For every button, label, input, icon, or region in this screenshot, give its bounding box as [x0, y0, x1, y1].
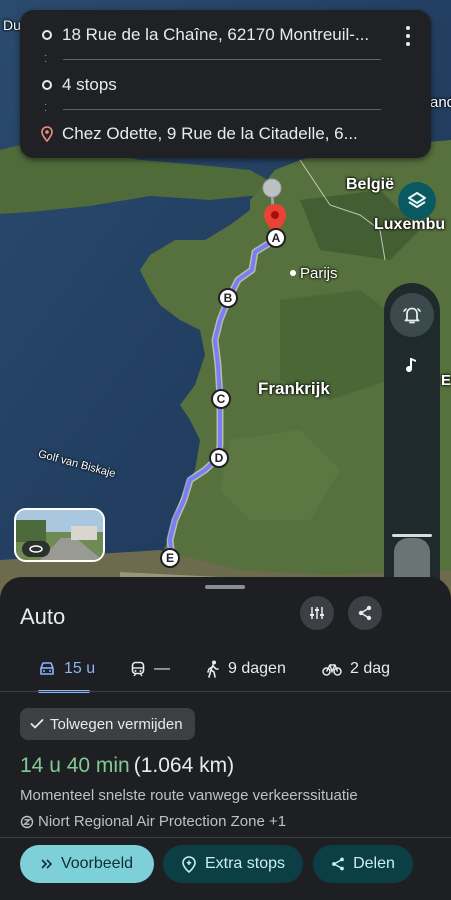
- tune-vertical-icon: [310, 607, 324, 619]
- stops-row[interactable]: 4 stops: [20, 65, 431, 105]
- map-label-belgium: België: [346, 176, 395, 193]
- check-icon: [30, 719, 44, 729]
- layers-icon: [408, 192, 426, 208]
- avoid-tolls-label: Tolwegen vermijden: [50, 715, 183, 733]
- share-button[interactable]: Delen: [313, 845, 413, 883]
- more-options-icon[interactable]: [403, 26, 413, 46]
- marker-e[interactable]: E: [160, 548, 180, 568]
- route-card: 18 Rue de la Chaîne, 62170 Montreuil-...…: [20, 10, 431, 158]
- route-duration: 14 u 40 min: [20, 754, 130, 777]
- preview-label: Voorbeeld: [60, 855, 134, 872]
- tab-transit-label: —: [154, 660, 170, 677]
- connector-dots-2: · ·: [44, 99, 48, 116]
- add-stops-label: Extra stops: [204, 855, 286, 872]
- stop-circle-icon: [42, 80, 52, 90]
- sheet-drag-handle[interactable]: [205, 585, 245, 589]
- marker-c[interactable]: C: [211, 389, 231, 409]
- map-label-paris: Parijs: [300, 265, 338, 282]
- tab-car[interactable]: 15 u: [38, 649, 95, 689]
- map-label-du: Du: [3, 17, 21, 33]
- marker-a[interactable]: A: [266, 228, 286, 248]
- directions-bottom-sheet: Auto 15 u — 9 dagen 2 dag Tolwegen vermi…: [0, 577, 451, 900]
- train-icon: [131, 661, 145, 677]
- connector-dots-1: · ·: [44, 50, 48, 67]
- preview-button[interactable]: Voorbeeld: [20, 845, 154, 883]
- divider: [63, 109, 381, 110]
- walk-icon: [207, 660, 219, 678]
- low-emission-zone-notice[interactable]: Niort Regional Air Protection Zone +1: [20, 813, 286, 830]
- volume-level-line: [392, 534, 432, 537]
- tab-bike[interactable]: 2 dag: [322, 649, 390, 689]
- stops-text[interactable]: 4 stops: [62, 75, 117, 95]
- marker-b[interactable]: B: [218, 288, 238, 308]
- layers-button[interactable]: [398, 182, 436, 220]
- zone-text: Niort Regional Air Protection Zone +1: [38, 813, 287, 830]
- avoid-tolls-chip[interactable]: Tolwegen vermijden: [20, 708, 195, 740]
- destination-text[interactable]: Chez Odette, 9 Rue de la Citadelle, 6...: [62, 124, 358, 144]
- origin-row[interactable]: 18 Rue de la Chaîne, 62170 Montreuil-...: [20, 15, 431, 55]
- tab-walk[interactable]: 9 dagen: [206, 649, 286, 689]
- map-label-and: and: [430, 94, 451, 111]
- route-distance: (1.064 km): [133, 754, 235, 777]
- music-note-icon: [406, 358, 416, 372]
- car-icon: [40, 662, 54, 675]
- map-label-ev: Ev: [441, 372, 451, 389]
- map-label-france: Frankrijk: [258, 379, 330, 398]
- share-icon: [358, 605, 372, 621]
- route-options-button[interactable]: [300, 596, 334, 630]
- destination-row[interactable]: Chez Odette, 9 Rue de la Citadelle, 6...: [20, 114, 431, 154]
- share-route-button[interactable]: [348, 596, 382, 630]
- marker-d[interactable]: D: [209, 448, 229, 468]
- 360-icon: [22, 541, 50, 557]
- add-location-icon: [182, 856, 196, 873]
- route-summary: 14 u 40 min (1.064 km): [20, 754, 234, 778]
- destination-pin-outline-icon: [41, 126, 53, 142]
- bike-icon: [322, 664, 342, 676]
- street-view-thumbnail[interactable]: [14, 508, 105, 562]
- share-icon: [332, 857, 344, 871]
- tab-car-label: 15 u: [64, 660, 96, 677]
- origin-text[interactable]: 18 Rue de la Chaîne, 62170 Montreuil-...: [62, 25, 369, 45]
- share-label: Delen: [353, 855, 395, 872]
- route-description: Momenteel snelste route vanwege verkeers…: [20, 787, 358, 804]
- bell-icon: [403, 307, 421, 324]
- tab-walk-label: 9 dagen: [228, 660, 286, 677]
- divider: [0, 691, 451, 692]
- travel-mode-tabs: 15 u — 9 dagen 2 dag: [0, 649, 451, 693]
- notification-bell-button[interactable]: [390, 293, 434, 337]
- tab-bike-label: 2 dag: [350, 660, 391, 677]
- divider: [63, 59, 381, 60]
- origin-circle-icon: [42, 30, 52, 40]
- add-stops-button[interactable]: Extra stops: [163, 845, 303, 883]
- tab-transit[interactable]: —: [130, 649, 170, 689]
- zone-icon: [20, 815, 34, 828]
- music-button[interactable]: [400, 353, 424, 377]
- double-chevron-right-icon: [41, 859, 53, 869]
- travel-mode-title: Auto: [20, 604, 66, 629]
- divider: [0, 837, 451, 838]
